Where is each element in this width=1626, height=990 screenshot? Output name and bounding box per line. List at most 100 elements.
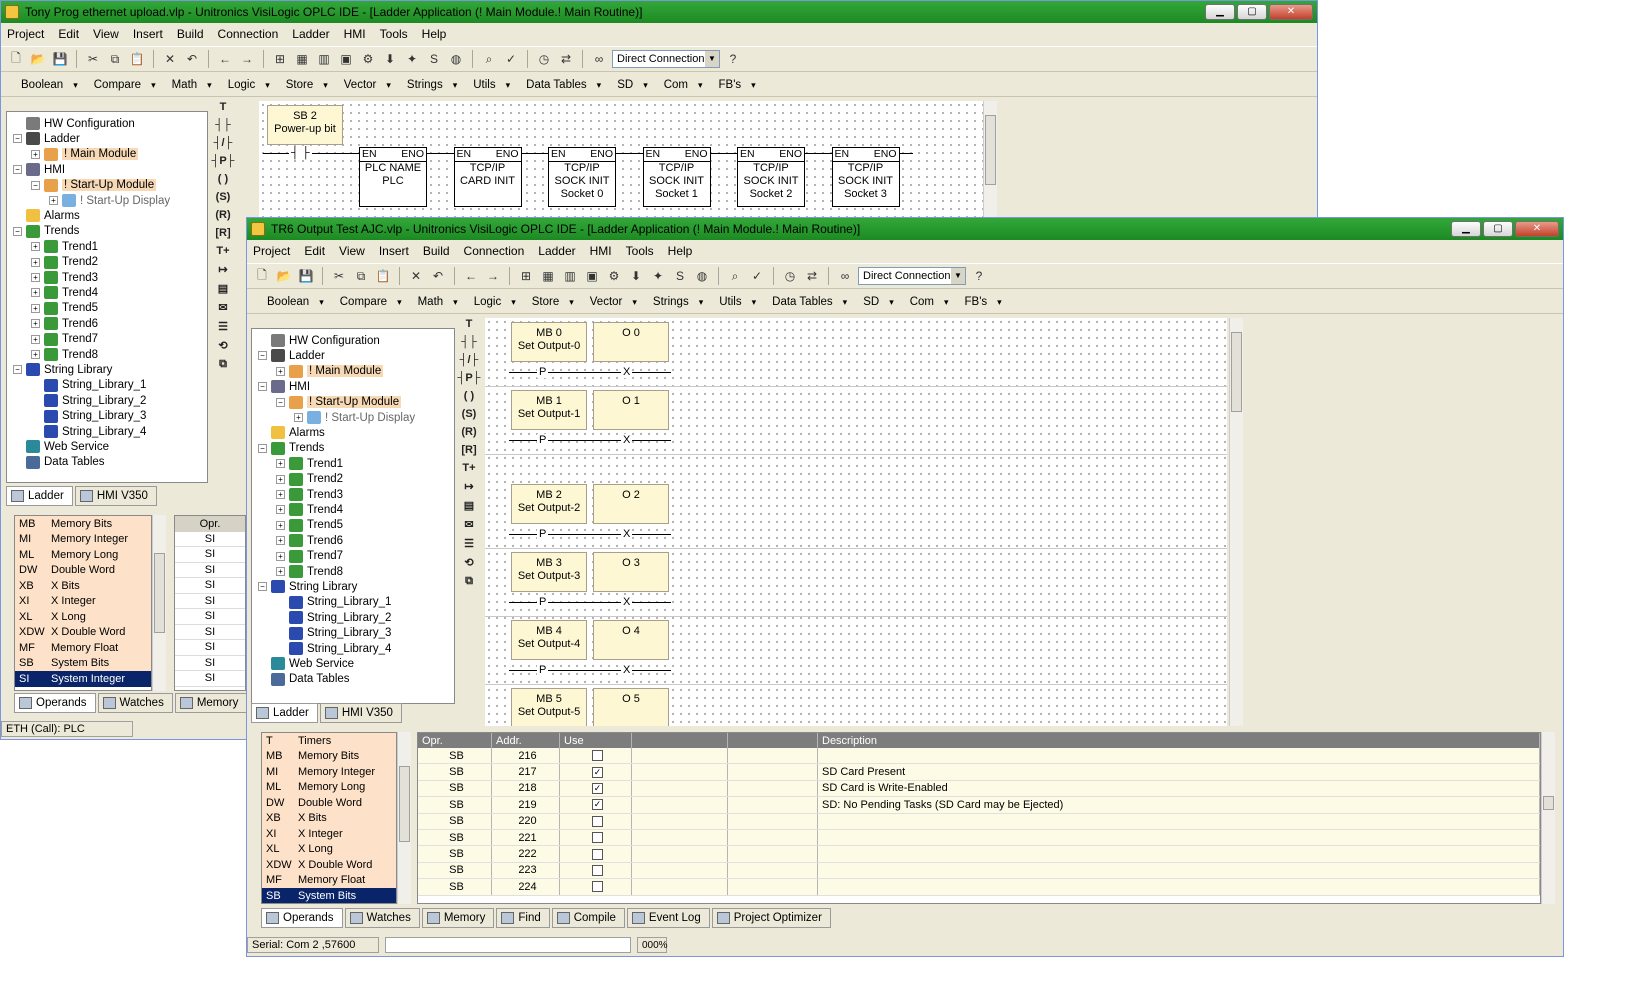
operand-row[interactable]: MB Memory Bits [262, 748, 396, 764]
display-icon[interactable]: ▤ [218, 282, 228, 295]
store-icon[interactable]: T+ [462, 462, 475, 474]
download-icon[interactable]: ⬇ [627, 267, 645, 285]
operand-row[interactable]: XL X Long [15, 609, 151, 625]
function-block[interactable]: EN ENO TCP/IP SOCK INIT Socket 3 [831, 147, 900, 207]
operand-value-cell[interactable]: SI [175, 640, 245, 656]
operand-value-cell[interactable]: SI [175, 609, 245, 625]
expand-icon[interactable]: + [31, 257, 40, 267]
function-logic[interactable]: Logic [468, 296, 526, 308]
block-icon[interactable]: [R] [215, 227, 230, 239]
expand-icon[interactable]: + [276, 474, 285, 484]
positive-transition-contact[interactable]: P [537, 434, 549, 446]
cut-icon[interactable]: ✂ [330, 267, 348, 285]
tree-item[interactable]: String_Library_1 [276, 595, 391, 610]
function-compare[interactable]: Compare [334, 296, 412, 308]
back-icon[interactable]: ← [462, 267, 480, 285]
bottom-tab-memory[interactable]: Memory [174, 693, 248, 713]
delete-icon[interactable]: ✕ [407, 267, 425, 285]
copy-icon[interactable]: ⧉ [106, 50, 124, 68]
back-title-bar[interactable]: Tony Prog ethernet upload.vlp - Unitroni… [1, 1, 1317, 23]
find-icon[interactable]: ⌕ [480, 50, 498, 68]
expand-icon[interactable]: + [276, 551, 285, 561]
expand-icon[interactable]: + [294, 413, 303, 422]
coil-comment[interactable]: O 3 [593, 552, 669, 592]
connection-select[interactable]: Direct Connection ▼ [612, 50, 720, 68]
tree-item[interactable]: + Trend2 [276, 472, 343, 487]
comment-box[interactable]: SB 2 Power-up bit [267, 105, 343, 145]
grid-cell-description[interactable] [818, 829, 1540, 846]
coil-reset-icon[interactable]: (R) [461, 426, 476, 438]
find-icon[interactable]: ⌕ [726, 267, 744, 285]
coil-comment[interactable]: O 1 [593, 390, 669, 430]
output-coil[interactable]: X [621, 528, 633, 540]
operand-value-cell[interactable]: SI [175, 671, 245, 687]
menu-connection[interactable]: Connection [464, 244, 525, 258]
tree-item[interactable]: String_Library_4 [31, 424, 146, 439]
menu-view[interactable]: View [93, 27, 119, 41]
expand-icon[interactable]: + [276, 567, 285, 576]
menu-tools[interactable]: Tools [380, 27, 408, 41]
menu-edit[interactable]: Edit [304, 244, 325, 258]
grid-cell-description[interactable] [818, 862, 1540, 879]
bottom-tab-compile[interactable]: Compile [551, 908, 625, 928]
positive-transition-contact[interactable]: P [537, 664, 549, 676]
operand-row[interactable]: DW Double Word [15, 562, 151, 578]
grid-header-cell[interactable] [632, 733, 728, 748]
use-checkbox[interactable] [592, 832, 603, 844]
grid-cell-description[interactable] [818, 879, 1540, 895]
coil-set-icon[interactable]: (S) [462, 408, 477, 420]
operand-row[interactable]: ML Memory Long [262, 779, 396, 795]
operand-row[interactable]: SI System Integer [15, 671, 151, 687]
tab-hmi-v350[interactable]: HMI V350 [319, 703, 402, 723]
contact-comment[interactable]: MB 5 Set Output-5 [511, 688, 587, 726]
function-data-tables[interactable]: Data Tables [766, 296, 857, 308]
use-checkbox[interactable]: ✓ [592, 799, 603, 811]
display-icon[interactable]: ▤ [464, 499, 474, 512]
new-file-icon[interactable]: 🗋 [253, 267, 271, 285]
tree-item[interactable]: Data Tables [258, 672, 350, 687]
expand-icon[interactable]: + [276, 490, 285, 499]
back-icon[interactable]: ← [216, 50, 234, 68]
bottom-tab-event-log[interactable]: Event Log [626, 908, 710, 928]
operand-value-cell[interactable]: SI [175, 578, 245, 594]
expand-icon[interactable]: + [276, 536, 285, 546]
menu-hmi[interactable]: HMI [344, 27, 366, 41]
hmi-icon[interactable]: ▦ [293, 50, 311, 68]
tree-item[interactable]: String_Library_2 [276, 610, 391, 625]
close-button[interactable]: ✕ [1515, 221, 1559, 237]
tree-item[interactable]: Web Service [258, 656, 354, 671]
minimize-button[interactable]: ▁ [1205, 4, 1235, 20]
contact-no-icon[interactable]: ┤├ [461, 336, 477, 348]
tab-ladder[interactable]: Ladder [6, 486, 73, 506]
coil-comment[interactable]: O 4 [593, 620, 669, 660]
collapse-icon[interactable]: − [13, 165, 22, 175]
function-sd[interactable]: SD [611, 79, 658, 91]
operand-value-cell[interactable]: SI [175, 532, 245, 547]
new-file-icon[interactable]: 🗋 [7, 50, 25, 68]
function-store[interactable]: Store [280, 79, 338, 91]
clock-icon[interactable]: ◷ [535, 50, 553, 68]
use-checkbox[interactable] [592, 815, 603, 827]
online-icon[interactable]: ∞ [590, 50, 608, 68]
tree-item[interactable]: Web Service [13, 439, 109, 454]
tree-item[interactable]: + Trend4 [31, 285, 98, 300]
forward-icon[interactable]: → [484, 267, 502, 285]
tree-item[interactable]: + Trend8 [31, 347, 98, 362]
function-strings[interactable]: Strings [401, 79, 467, 91]
tree-item[interactable]: + ! Start-Up Display [294, 410, 415, 425]
operand-row[interactable]: MF Memory Float [15, 640, 151, 656]
grid-header-cell[interactable]: Use [560, 733, 632, 748]
front-ladder-editor[interactable]: 1MB 0Set Output-0O 0PX2MB 1Set Output-1O… [485, 318, 1227, 726]
operand-row[interactable]: XI X Integer [262, 826, 396, 842]
list-icon[interactable]: ☰ [464, 537, 474, 550]
menu-ladder[interactable]: Ladder [538, 244, 575, 258]
grid-row[interactable]: SB 217 ✓ SD Card Present [418, 764, 1540, 781]
store-icon[interactable]: T+ [216, 245, 229, 257]
positive-transition-contact[interactable]: P [537, 528, 549, 540]
tree-item[interactable]: String_Library_3 [276, 626, 391, 641]
grid-row[interactable]: SB 224 [418, 879, 1540, 896]
undo-icon[interactable]: ↶ [183, 50, 201, 68]
tree-item[interactable]: String_Library_4 [276, 641, 391, 656]
bottom-tab-project-optimizer[interactable]: Project Optimizer [711, 908, 831, 928]
connect-icon[interactable]: ⇄ [803, 267, 821, 285]
